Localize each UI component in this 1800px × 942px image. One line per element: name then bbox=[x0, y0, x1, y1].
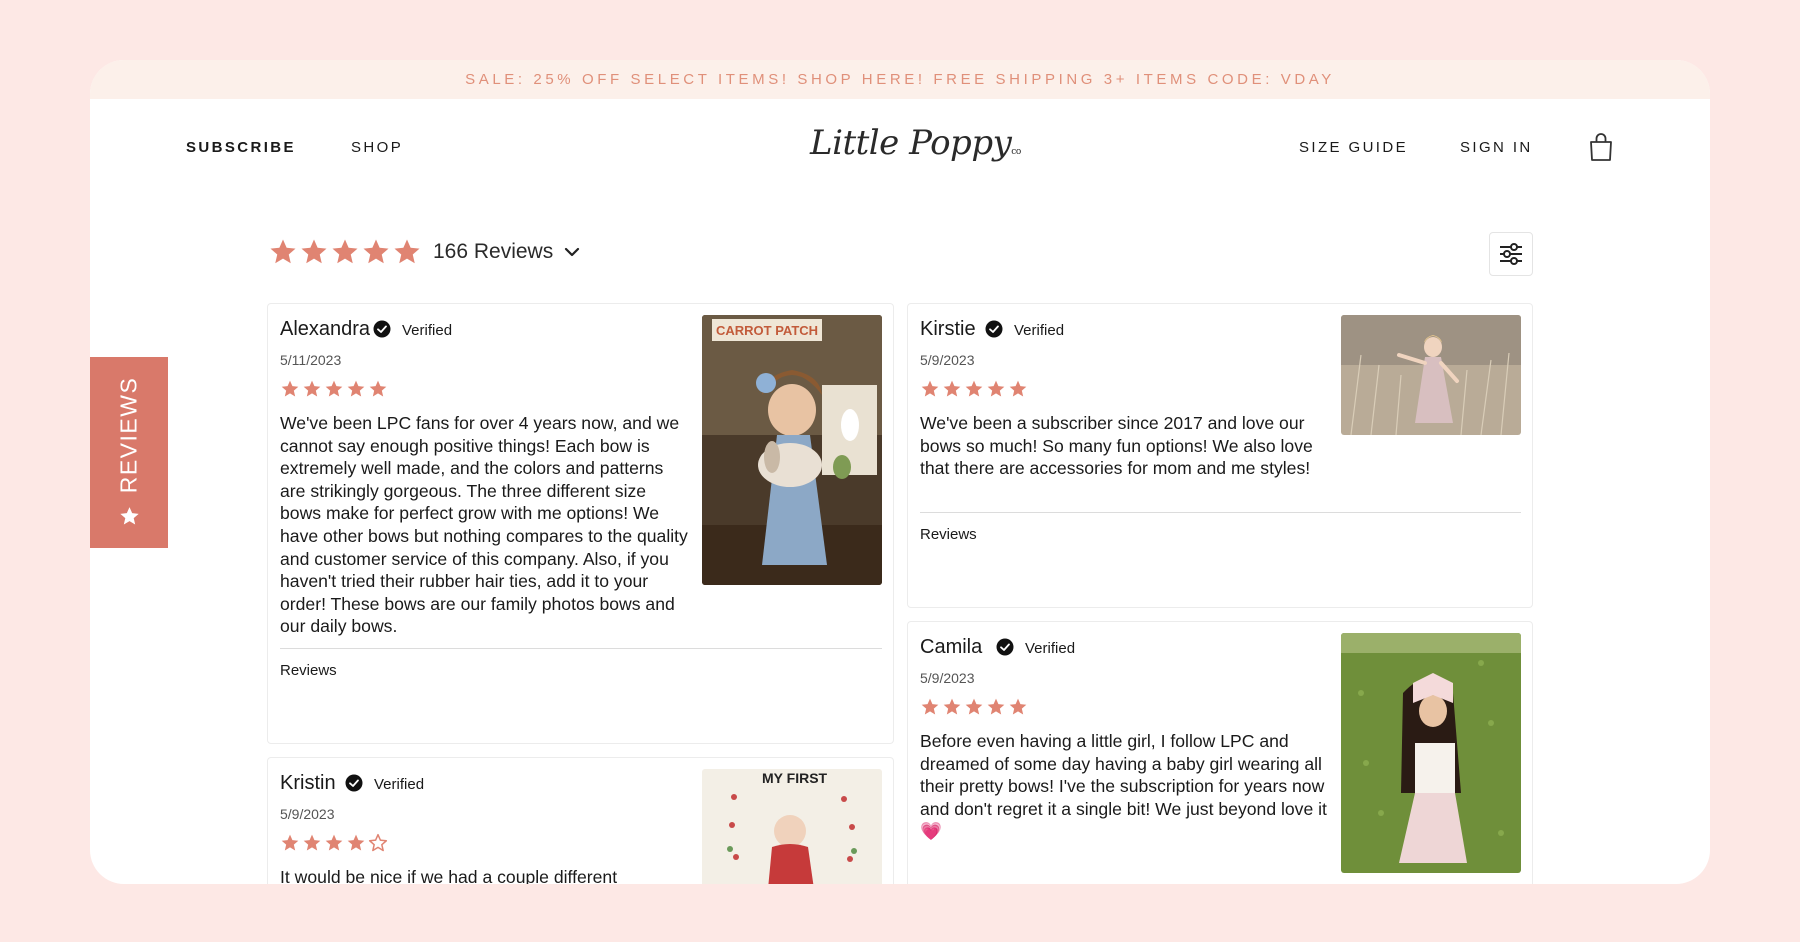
star-icon bbox=[270, 239, 296, 264]
star-icon bbox=[301, 239, 327, 264]
site-logo[interactable]: Little Poppyco bbox=[810, 123, 1021, 173]
review-date: 5/9/2023 bbox=[920, 352, 975, 368]
star-rating bbox=[920, 697, 1030, 717]
reviewer-name: Alexandra bbox=[280, 318, 371, 340]
verified-check-icon bbox=[996, 638, 1014, 656]
promo-banner[interactable]: SALE: 25% OFF SELECT ITEMS! SHOP HERE! F… bbox=[90, 60, 1710, 99]
review-card: Kirstie Verified 5/9/2023 We've been a s… bbox=[907, 303, 1533, 608]
card-divider bbox=[280, 648, 882, 649]
star-icon bbox=[921, 380, 939, 397]
review-date: 5/9/2023 bbox=[920, 670, 975, 686]
review-date: 5/11/2023 bbox=[280, 352, 342, 368]
verified-label: Verified bbox=[402, 322, 453, 339]
photo-title-text: MY FIRST bbox=[762, 770, 828, 786]
review-tag[interactable]: Reviews bbox=[280, 662, 337, 679]
reviews-summary: 166 Reviews bbox=[268, 237, 581, 267]
verified-label: Verified bbox=[1014, 322, 1065, 339]
card-divider bbox=[920, 512, 1521, 513]
star-icon bbox=[965, 380, 983, 397]
verified-check-icon bbox=[345, 774, 363, 792]
chevron-down-icon[interactable] bbox=[563, 243, 581, 261]
shopping-bag-icon[interactable] bbox=[1588, 132, 1614, 162]
star-rating bbox=[280, 379, 390, 399]
nav-shop[interactable]: SHOP bbox=[351, 139, 403, 156]
review-body: We've been LPC fans for over 4 years now… bbox=[280, 413, 688, 637]
star-outline-icon bbox=[368, 833, 388, 852]
verified-check-icon bbox=[373, 320, 391, 338]
star-icon bbox=[987, 380, 1005, 397]
star-icon bbox=[332, 239, 358, 264]
review-photo[interactable]: MY FIRST bbox=[702, 769, 882, 884]
nav-size-guide[interactable]: SIZE GUIDE bbox=[1299, 139, 1408, 156]
review-card: Alexandra Verified 5/11/2023 We've been … bbox=[267, 303, 894, 744]
star-icon bbox=[325, 834, 343, 851]
star-icon bbox=[325, 380, 343, 397]
filter-button[interactable] bbox=[1489, 232, 1533, 276]
star-icon bbox=[369, 380, 387, 397]
review-card: Kristin Verified 5/9/2023 It would be ni… bbox=[267, 757, 894, 884]
photo-girl-in-field bbox=[1341, 315, 1521, 435]
photo-baby-milestone-blanket: MY FIRST bbox=[702, 769, 882, 884]
sliders-icon bbox=[1500, 243, 1522, 265]
logo-text: Little Poppyco bbox=[810, 123, 1021, 163]
promo-text[interactable]: SALE: 25% OFF SELECT ITEMS! SHOP HERE! F… bbox=[465, 71, 1335, 88]
reviews-tab-label: REVIEWS bbox=[115, 376, 142, 494]
review-body: It would be nice if we had a couple diff… bbox=[280, 867, 618, 884]
verified-label: Verified bbox=[1025, 640, 1076, 657]
star-icon bbox=[347, 380, 365, 397]
review-photo[interactable]: CARROT PATCH bbox=[702, 315, 882, 585]
star-icon bbox=[119, 507, 139, 525]
page-window: SALE: 25% OFF SELECT ITEMS! SHOP HERE! F… bbox=[90, 60, 1710, 884]
review-date: 5/9/2023 bbox=[280, 806, 335, 822]
photo-girl-with-bunny: CARROT PATCH bbox=[702, 315, 882, 585]
verified-check-icon bbox=[985, 320, 1003, 338]
reviewer-name: Camila bbox=[920, 636, 983, 658]
star-icon bbox=[281, 834, 299, 851]
reviewer-name: Kristin bbox=[280, 772, 336, 794]
review-photo[interactable] bbox=[1341, 315, 1521, 435]
star-icon bbox=[987, 698, 1005, 715]
nav-subscribe[interactable]: SUBSCRIBE bbox=[186, 139, 296, 156]
star-icon bbox=[1009, 698, 1027, 715]
star-icon bbox=[943, 698, 961, 715]
star-icon bbox=[394, 239, 420, 264]
review-count[interactable]: 166 Reviews bbox=[433, 240, 553, 264]
star-rating bbox=[920, 379, 1030, 399]
star-rating bbox=[280, 833, 390, 853]
site-header: SUBSCRIBE SHOP Little Poppyco SIZE GUIDE… bbox=[90, 99, 1710, 209]
nav-sign-in[interactable]: SIGN IN bbox=[1460, 139, 1533, 156]
star-icon bbox=[1009, 380, 1027, 397]
review-tag[interactable]: Reviews bbox=[920, 526, 977, 543]
review-photo[interactable] bbox=[1341, 633, 1521, 873]
star-icon bbox=[347, 834, 365, 851]
photo-sign-text: CARROT PATCH bbox=[716, 323, 818, 338]
star-icon bbox=[363, 239, 389, 264]
reviews-side-tab[interactable]: REVIEWS bbox=[90, 357, 168, 548]
star-icon bbox=[281, 380, 299, 397]
reviewer-name: Kirstie bbox=[920, 318, 976, 340]
photo-girl-on-grass bbox=[1341, 633, 1521, 873]
star-icon bbox=[943, 380, 961, 397]
reviews-tab-content: REVIEWS bbox=[116, 377, 143, 528]
star-icon bbox=[965, 698, 983, 715]
star-icon bbox=[303, 834, 321, 851]
star-icon bbox=[303, 380, 321, 397]
verified-label: Verified bbox=[374, 776, 425, 793]
review-body: We've been a subscriber since 2017 and l… bbox=[920, 413, 1313, 479]
review-card: Camila Verified 5/9/2023 Before even hav… bbox=[907, 621, 1533, 884]
review-body: Before even having a little girl, I foll… bbox=[920, 731, 1327, 842]
star-icon bbox=[921, 698, 939, 715]
